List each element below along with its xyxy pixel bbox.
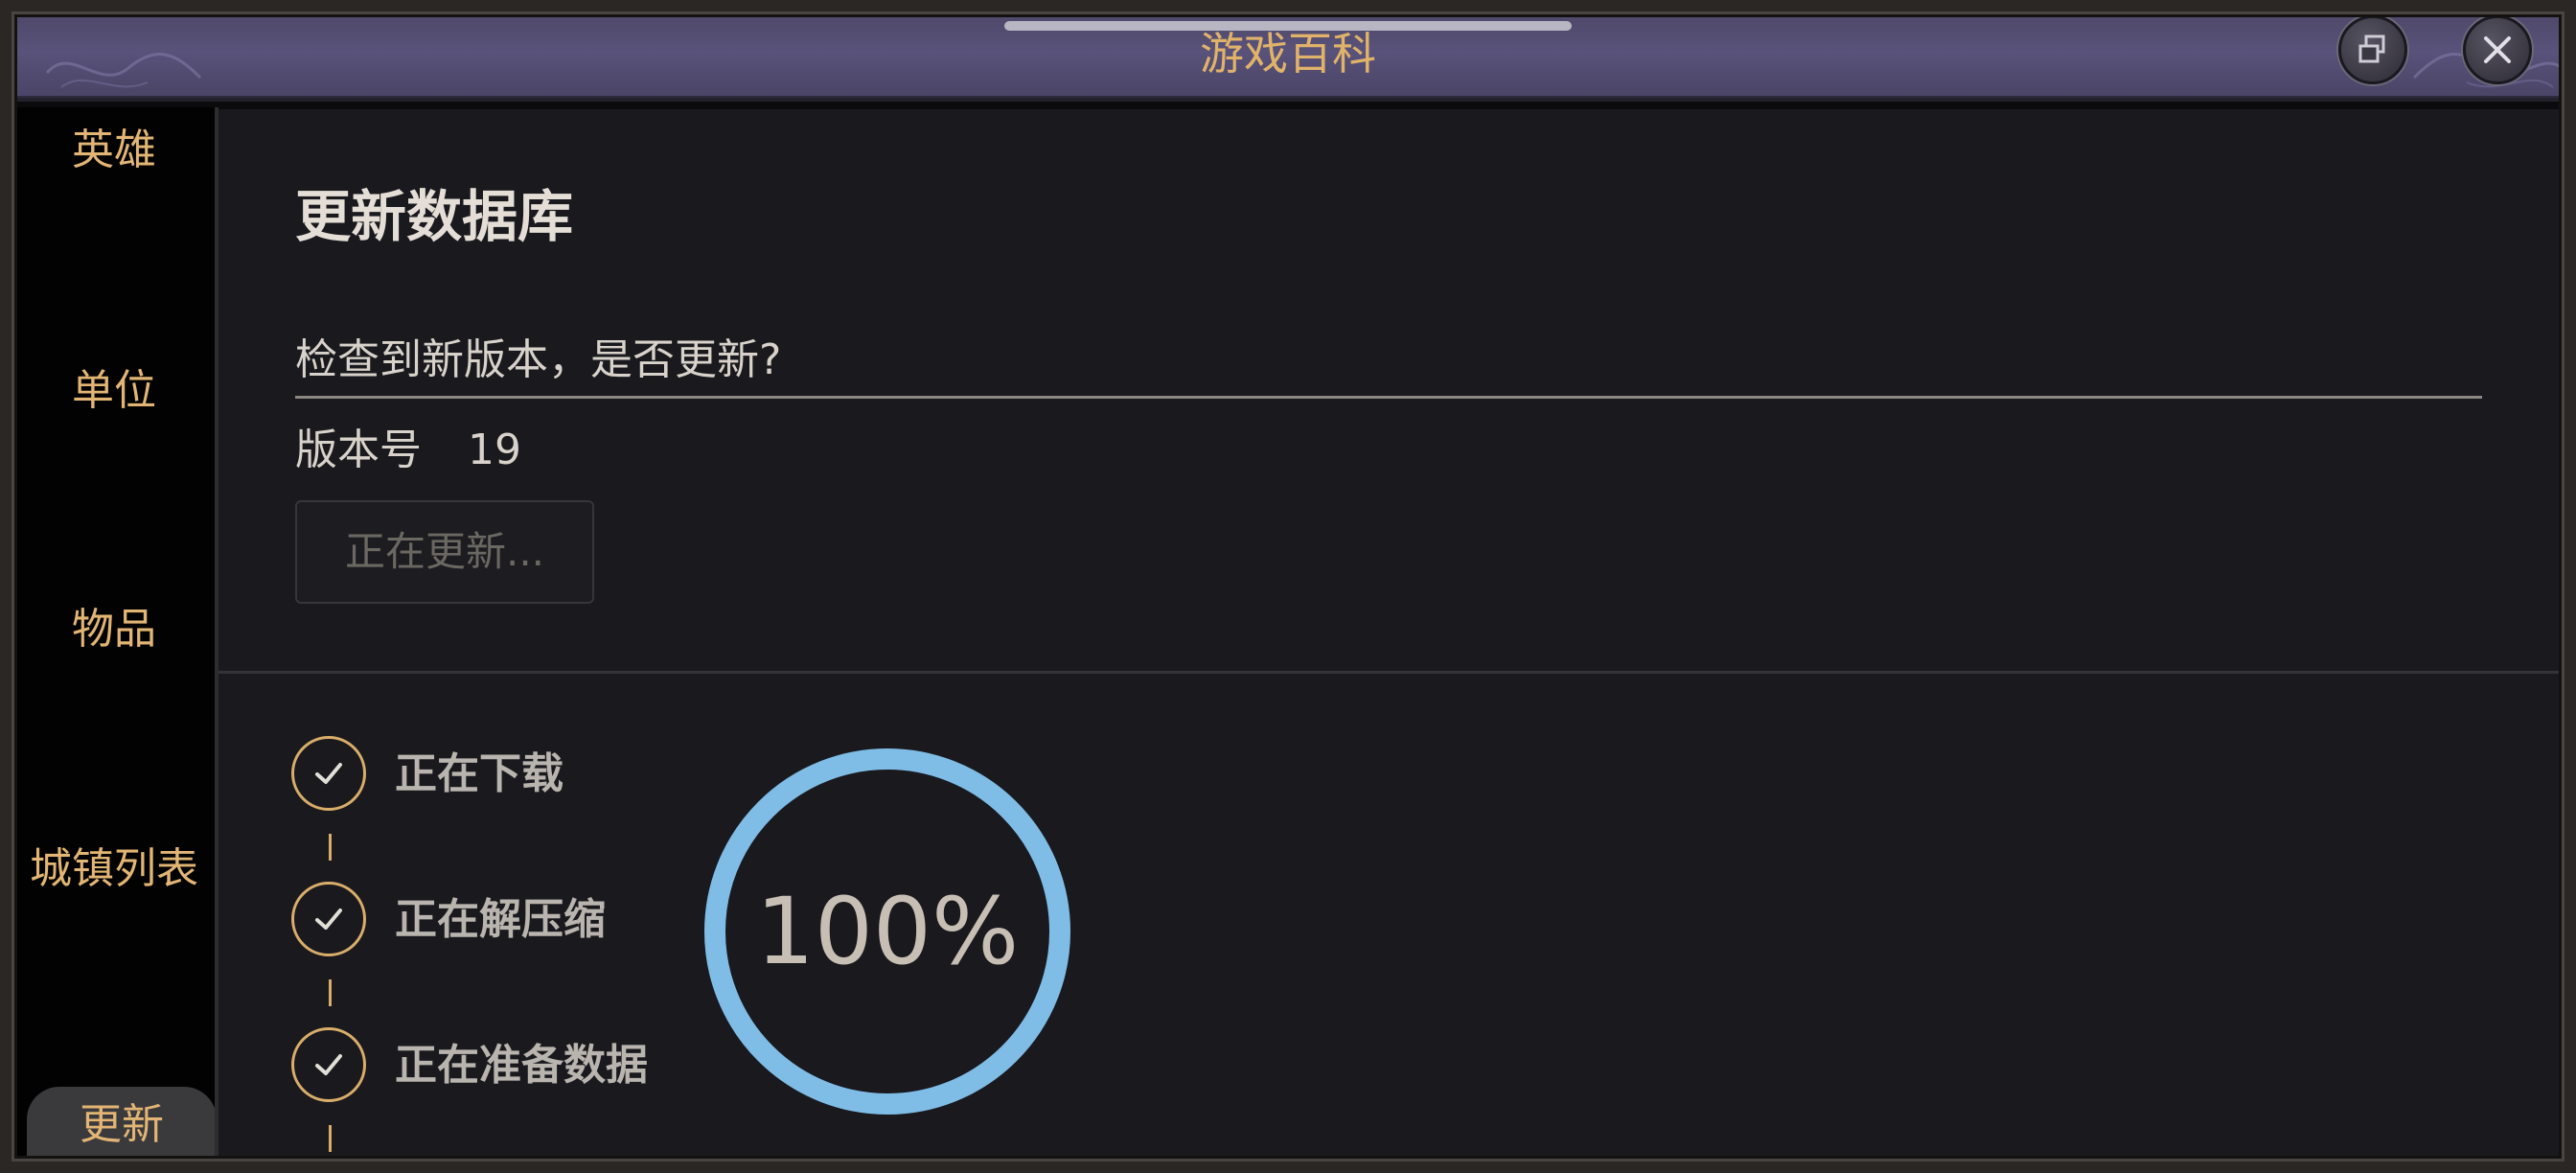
step-connector [329,979,332,1006]
restore-window-icon [2358,34,2385,63]
check-icon [315,908,342,930]
sidebar-item-update[interactable]: 更新 [27,1087,217,1167]
sidebar-item-heroes[interactable]: 英雄 [13,107,215,194]
step-prepare-data-status [291,1027,366,1102]
progress-percent: 100% [755,878,1020,985]
close-icon [2484,36,2511,63]
updating-button[interactable]: 正在更新... [295,500,594,604]
update-prompt: 检查到新版本，是否更新? [295,335,782,384]
version-label: 版本号 [295,426,422,474]
divider [295,396,2482,399]
ornament-left-icon [45,53,202,88]
restore-window-button[interactable] [2338,15,2407,84]
check-icon [315,1054,342,1075]
step-connector [329,834,332,861]
step-download-label: 正在下载 [395,749,564,798]
sidebar-nav: 英雄 单位 物品 城镇列表 更新 [13,107,217,1167]
step-decompress-label: 正在解压缩 [395,895,606,944]
version-number: 19 [468,426,521,474]
window-title: 游戏百科 [1200,28,1376,80]
step-prepare-data-label: 正在准备数据 [395,1041,648,1090]
step-download-status [291,736,366,811]
sidebar-item-units[interactable]: 单位 [13,348,215,434]
step-decompress-status [291,882,366,956]
page-title: 更新数据库 [295,184,574,249]
check-icon [315,763,342,784]
sidebar-item-items[interactable]: 物品 [13,586,215,673]
step-connector [329,1125,332,1152]
sidebar-item-town-list[interactable]: 城镇列表 [13,826,215,912]
close-window-button[interactable] [2463,15,2532,84]
